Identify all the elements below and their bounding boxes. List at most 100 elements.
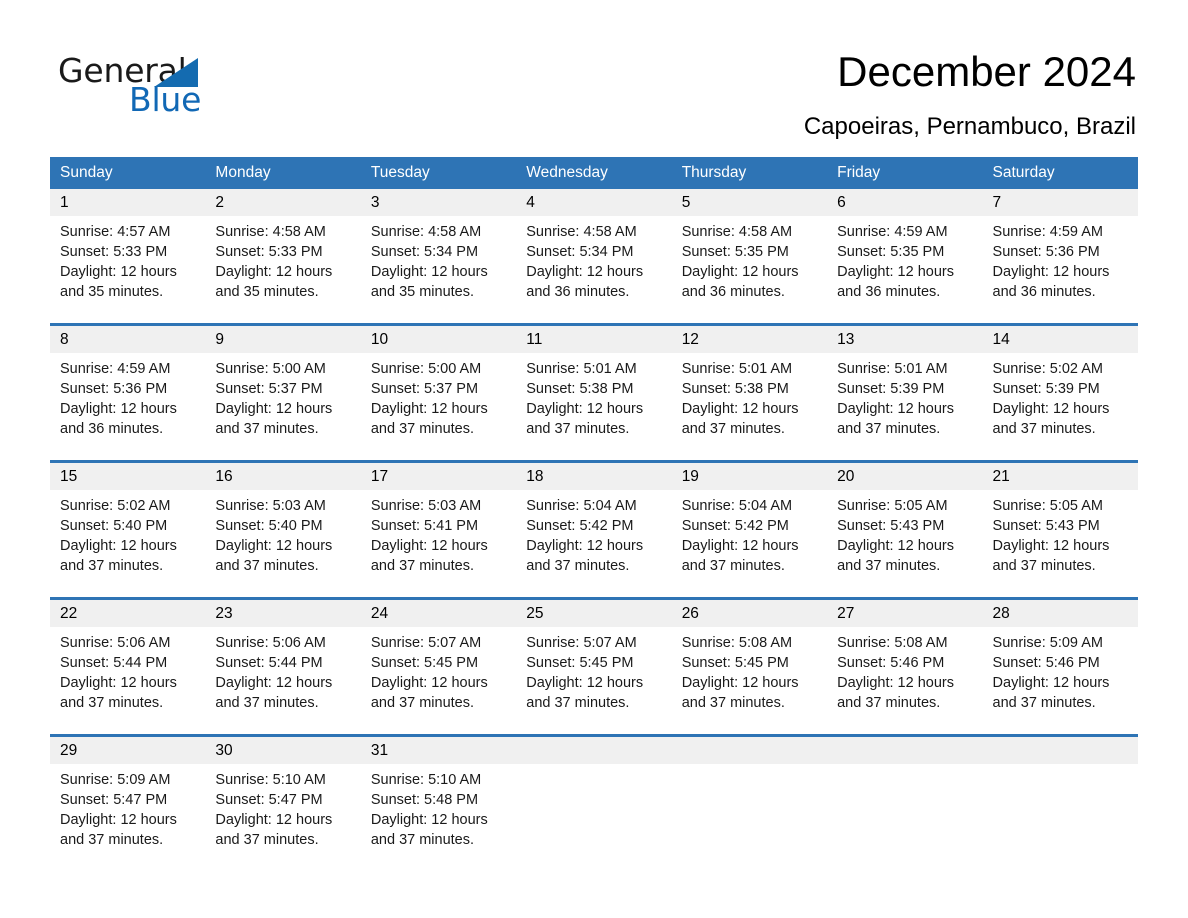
daylight-text-line1: Daylight: 12 hours (215, 812, 333, 828)
day-cell[interactable]: Sunrise: 5:10 AM Sunset: 5:47 PM Dayligh… (205, 764, 360, 864)
daylight-text-line1: Daylight: 12 hours (992, 675, 1110, 691)
daylight-text-line1: Daylight: 12 hours (370, 264, 488, 280)
day-cell[interactable]: Sunrise: 5:08 AM Sunset: 5:45 PM Dayligh… (672, 627, 827, 727)
day-cell[interactable]: Sunrise: 4:59 AM Sunset: 5:35 PM Dayligh… (827, 216, 982, 316)
day-number[interactable]: 12 (672, 326, 827, 353)
day-cell[interactable]: Sunrise: 5:01 AM Sunset: 5:38 PM Dayligh… (672, 353, 827, 453)
day-cell[interactable]: Sunrise: 5:06 AM Sunset: 5:44 PM Dayligh… (50, 627, 205, 727)
day-number[interactable]: 2 (205, 189, 360, 216)
day-number[interactable]: 10 (361, 326, 516, 353)
day-cell[interactable]: Sunrise: 4:59 AM Sunset: 5:36 PM Dayligh… (50, 353, 205, 453)
day-cell[interactable]: Sunrise: 5:01 AM Sunset: 5:38 PM Dayligh… (516, 353, 671, 453)
day-cell[interactable]: Sunrise: 4:58 AM Sunset: 5:34 PM Dayligh… (361, 216, 516, 316)
day-cell[interactable]: Sunrise: 5:00 AM Sunset: 5:37 PM Dayligh… (205, 353, 360, 453)
day-number[interactable]: 27 (827, 600, 982, 627)
daylight-text-line1: Daylight: 12 hours (60, 264, 177, 280)
sunset-text: Sunset: 5:47 PM (60, 792, 168, 808)
daylight-text-line1: Daylight: 12 hours (526, 401, 644, 417)
day-number[interactable]: 6 (827, 189, 982, 216)
day-number[interactable]: 13 (827, 326, 982, 353)
daylight-text-line2: and 37 minutes. (681, 695, 785, 711)
sunrise-text: Sunrise: 4:58 AM (370, 224, 482, 240)
day-cell[interactable]: Sunrise: 5:05 AM Sunset: 5:43 PM Dayligh… (983, 490, 1138, 590)
day-cell[interactable]: Sunrise: 5:02 AM Sunset: 5:40 PM Dayligh… (50, 490, 205, 590)
day-number[interactable]: 21 (983, 463, 1138, 490)
sunset-text: Sunset: 5:46 PM (837, 655, 945, 671)
day-cell[interactable]: Sunrise: 4:58 AM Sunset: 5:33 PM Dayligh… (205, 216, 360, 316)
week-day-number-band: 15 16 17 18 19 20 21 (50, 463, 1138, 490)
daylight-text-line2: and 37 minutes. (215, 421, 319, 437)
day-cell[interactable]: Sunrise: 5:01 AM Sunset: 5:39 PM Dayligh… (827, 353, 982, 453)
sunrise-text: Sunrise: 4:57 AM (60, 224, 171, 240)
week-detail-band: Sunrise: 5:06 AM Sunset: 5:44 PM Dayligh… (50, 627, 1138, 727)
day-cell[interactable]: Sunrise: 5:07 AM Sunset: 5:45 PM Dayligh… (361, 627, 516, 727)
day-cell[interactable]: Sunrise: 4:58 AM Sunset: 5:35 PM Dayligh… (672, 216, 827, 316)
day-number[interactable]: 26 (672, 600, 827, 627)
day-number[interactable]: 5 (672, 189, 827, 216)
day-number[interactable]: 7 (983, 189, 1138, 216)
daylight-text-line1: Daylight: 12 hours (681, 264, 799, 280)
day-number[interactable]: 9 (205, 326, 360, 353)
day-number[interactable]: 30 (205, 737, 360, 764)
daylight-text-line2: and 37 minutes. (215, 695, 319, 711)
daylight-text-line2: and 37 minutes. (370, 558, 475, 574)
day-number[interactable]: 31 (361, 737, 516, 764)
day-cell[interactable]: Sunrise: 5:04 AM Sunset: 5:42 PM Dayligh… (672, 490, 827, 590)
week-day-number-band: 8 9 10 11 12 13 14 (50, 326, 1138, 353)
day-number[interactable]: 1 (50, 189, 205, 216)
daylight-text-line1: Daylight: 12 hours (992, 538, 1110, 554)
day-cell[interactable]: Sunrise: 4:58 AM Sunset: 5:34 PM Dayligh… (516, 216, 671, 316)
day-cell[interactable]: Sunrise: 5:10 AM Sunset: 5:48 PM Dayligh… (361, 764, 516, 864)
day-cell[interactable]: Sunrise: 5:00 AM Sunset: 5:37 PM Dayligh… (361, 353, 516, 453)
day-cell-empty (516, 764, 671, 864)
daylight-text-line2: and 37 minutes. (215, 558, 319, 574)
day-number[interactable]: 25 (516, 600, 671, 627)
sunrise-text: Sunrise: 4:58 AM (526, 224, 637, 240)
daylight-text-line1: Daylight: 12 hours (215, 401, 333, 417)
day-number[interactable]: 17 (361, 463, 516, 490)
daylight-text-line2: and 37 minutes. (992, 558, 1096, 574)
day-number[interactable]: 29 (50, 737, 205, 764)
sunrise-text: Sunrise: 5:05 AM (992, 498, 1103, 514)
day-cell[interactable]: Sunrise: 5:07 AM Sunset: 5:45 PM Dayligh… (516, 627, 671, 727)
sunrise-text: Sunrise: 4:59 AM (837, 224, 948, 240)
logo-text-blue: Blue (129, 80, 202, 119)
day-number[interactable]: 20 (827, 463, 982, 490)
day-number[interactable]: 14 (983, 326, 1138, 353)
sunrise-text: Sunrise: 5:00 AM (215, 361, 326, 377)
day-number[interactable]: 3 (361, 189, 516, 216)
day-cell[interactable]: Sunrise: 4:57 AM Sunset: 5:33 PM Dayligh… (50, 216, 205, 316)
day-cell[interactable]: Sunrise: 5:05 AM Sunset: 5:43 PM Dayligh… (827, 490, 982, 590)
day-number[interactable]: 8 (50, 326, 205, 353)
day-cell[interactable]: Sunrise: 5:02 AM Sunset: 5:39 PM Dayligh… (983, 353, 1138, 453)
day-cell[interactable]: Sunrise: 5:09 AM Sunset: 5:46 PM Dayligh… (983, 627, 1138, 727)
day-cell[interactable]: Sunrise: 5:04 AM Sunset: 5:42 PM Dayligh… (516, 490, 671, 590)
day-number[interactable]: 15 (50, 463, 205, 490)
sunset-text: Sunset: 5:43 PM (992, 518, 1100, 534)
day-cell[interactable]: Sunrise: 5:06 AM Sunset: 5:44 PM Dayligh… (205, 627, 360, 727)
daylight-text-line1: Daylight: 12 hours (370, 675, 488, 691)
day-number[interactable]: 18 (516, 463, 671, 490)
day-number[interactable]: 23 (205, 600, 360, 627)
day-number[interactable]: 19 (672, 463, 827, 490)
day-number[interactable]: 4 (516, 189, 671, 216)
sunrise-text: Sunrise: 5:07 AM (526, 635, 637, 651)
sunset-text: Sunset: 5:42 PM (526, 518, 634, 534)
day-number[interactable]: 11 (516, 326, 671, 353)
day-cell[interactable]: Sunrise: 5:09 AM Sunset: 5:47 PM Dayligh… (50, 764, 205, 864)
day-cell-empty (827, 764, 982, 864)
day-cell[interactable]: Sunrise: 5:03 AM Sunset: 5:40 PM Dayligh… (205, 490, 360, 590)
daylight-text-line2: and 37 minutes. (526, 558, 630, 574)
weekday-header-row: Sunday Monday Tuesday Wednesday Thursday… (50, 157, 1138, 189)
day-cell[interactable]: Sunrise: 4:59 AM Sunset: 5:36 PM Dayligh… (983, 216, 1138, 316)
day-number[interactable]: 22 (50, 600, 205, 627)
day-number[interactable]: 16 (205, 463, 360, 490)
sunrise-text: Sunrise: 5:10 AM (370, 772, 482, 788)
day-number[interactable]: 24 (361, 600, 516, 627)
daylight-text-line1: Daylight: 12 hours (60, 538, 177, 554)
day-cell[interactable]: Sunrise: 5:03 AM Sunset: 5:41 PM Dayligh… (361, 490, 516, 590)
sunrise-text: Sunrise: 5:01 AM (681, 361, 793, 377)
day-cell[interactable]: Sunrise: 5:08 AM Sunset: 5:46 PM Dayligh… (827, 627, 982, 727)
daylight-text-line2: and 37 minutes. (370, 421, 475, 437)
day-number[interactable]: 28 (983, 600, 1138, 627)
